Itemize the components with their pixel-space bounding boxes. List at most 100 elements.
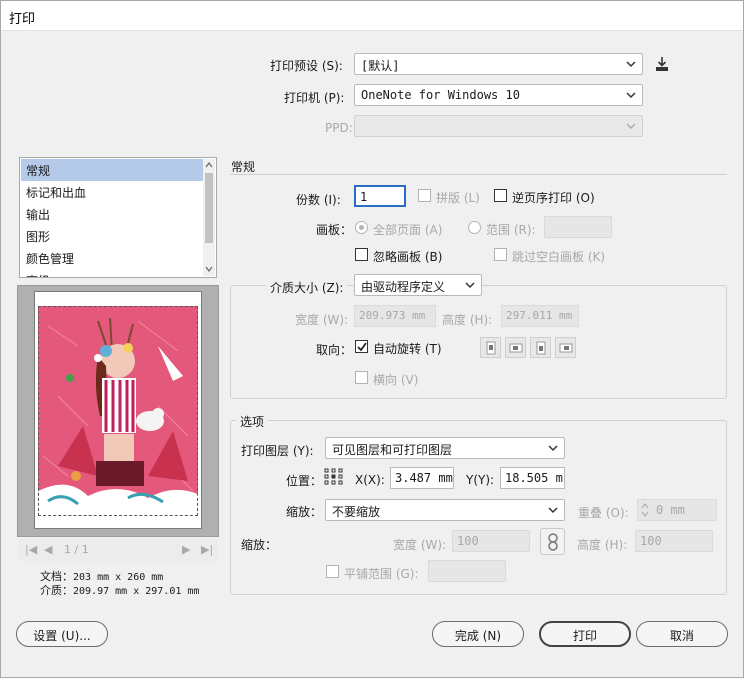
overlap-label: 重叠 (O):: [578, 506, 629, 520]
category-list[interactable]: 常规 标记和出血 输出 图形 颜色管理 高级: [19, 157, 217, 278]
section-divider: [230, 174, 727, 175]
landscape-label: 横向 (V): [373, 373, 419, 387]
reference-point-grid-icon[interactable]: [323, 468, 345, 486]
setup-button[interactable]: 设置 (U)...: [16, 621, 108, 647]
printer-label: 打印机 (P):: [284, 91, 345, 105]
chevron-down-icon: [626, 123, 636, 130]
title-bar: 打印: [0, 0, 744, 31]
copies-label: 份数 (I):: [296, 193, 341, 207]
list-item-general[interactable]: 常规: [21, 159, 203, 181]
layers-label: 打印图层 (Y):: [241, 444, 314, 458]
media-size: 209.97 mm x 297.01 mm: [73, 586, 200, 597]
preset-value: [默认]: [361, 59, 400, 73]
layers-select[interactable]: 可见图层和可打印图层: [325, 437, 565, 459]
check-icon: [357, 342, 367, 352]
ignore-artboard-checkbox[interactable]: [355, 248, 368, 261]
list-item-marks-bleed[interactable]: 标记和出血: [21, 181, 203, 203]
list-item-advanced-label: 高级: [26, 274, 50, 277]
width-label: 宽度 (W):: [295, 313, 349, 327]
chevron-down-icon: [548, 507, 558, 514]
scale-width-input: 100: [452, 530, 530, 552]
scale-label: 缩放：: [286, 505, 323, 519]
list-item-output[interactable]: 输出: [21, 203, 203, 225]
tile-checkbox: [326, 565, 339, 578]
first-page-icon[interactable]: |◀: [25, 543, 37, 556]
scale-width-label: 宽度 (W):: [393, 538, 447, 552]
printer-value: OneNote for Windows 10: [361, 88, 520, 102]
portrait-flipped-icon[interactable]: [530, 337, 551, 358]
printer-select[interactable]: OneNote for Windows 10: [354, 84, 643, 106]
ppd-label: PPD:: [325, 121, 353, 135]
list-item-graphics[interactable]: 图形: [21, 225, 203, 247]
x-input[interactable]: 3.487 mm: [390, 467, 454, 489]
scale-select[interactable]: 不要缩放: [325, 499, 565, 521]
chevron-up-icon[interactable]: [205, 161, 213, 169]
chevron-down-icon: [465, 282, 475, 289]
done-button[interactable]: 完成 (N): [432, 621, 524, 647]
list-item-color-management[interactable]: 颜色管理: [21, 247, 203, 269]
ppd-select: [354, 115, 643, 137]
range-label: 范围 (R):: [486, 223, 536, 237]
position-label: 位置：: [286, 474, 323, 488]
last-page-icon[interactable]: ▶|: [201, 543, 213, 556]
tile-label: 平铺范围 (G):: [344, 567, 419, 581]
y-input[interactable]: 18.505 m: [500, 467, 565, 489]
all-pages-radio: [355, 221, 368, 234]
media-size-select[interactable]: 由驱动程序定义: [354, 274, 482, 296]
preset-label: 打印预设 (S):: [270, 59, 343, 73]
auto-rotate-checkbox[interactable]: [355, 340, 368, 353]
media-size-group: [230, 285, 727, 399]
collate-checkbox: [418, 189, 431, 202]
media-label: 介质：: [40, 584, 73, 597]
scale-height-input: 100: [635, 530, 713, 552]
options-section-title: 选项: [236, 413, 269, 430]
all-pages-label: 全部页面 (A): [373, 223, 443, 237]
y-label: Y(Y):: [466, 473, 495, 487]
list-item-advanced[interactable]: 高级: [21, 269, 203, 277]
scale-height-label: 高度 (H):: [577, 538, 628, 552]
height-input: 297.011 mm: [501, 305, 579, 327]
overlap-stepper-icon: [640, 501, 650, 519]
download-icon[interactable]: [654, 56, 670, 72]
chevron-down-icon: [626, 92, 636, 99]
copies-input[interactable]: 1: [354, 185, 406, 207]
layers-value: 可见图层和可打印图层: [332, 443, 453, 457]
range-radio: [468, 221, 481, 234]
scrollbar-thumb[interactable]: [205, 173, 213, 243]
page-indicator: 1 / 1: [64, 543, 89, 556]
scale2-label: 缩放：: [241, 538, 278, 552]
skip-blank-label: 跳过空白画板 (K): [512, 250, 606, 264]
landscape-icon[interactable]: [505, 337, 526, 358]
overlap-value: 0 mm: [656, 503, 685, 517]
cancel-button[interactable]: 取消: [636, 621, 728, 647]
print-button[interactable]: 打印: [539, 621, 631, 647]
landscape-flipped-icon[interactable]: [555, 337, 576, 358]
auto-rotate-label: 自动旋转 (T): [373, 342, 442, 356]
landscape-checkbox: [355, 371, 368, 384]
chevron-down-icon: [626, 61, 636, 68]
next-page-icon[interactable]: ▶: [182, 543, 190, 556]
window-title: 打印: [9, 12, 36, 27]
media-size-row: 介质：209.97 mm x 297.01 mm: [40, 582, 199, 598]
ignore-artboard-label: 忽略画板 (B): [373, 250, 443, 264]
width-input: 209.973 mm: [354, 305, 436, 327]
page-navigation: |◀ ◀ 1 / 1 ▶ ▶|: [19, 539, 217, 561]
list-scrollbar[interactable]: [203, 159, 215, 276]
portrait-icon[interactable]: [480, 337, 501, 358]
artboard-label: 画板：: [316, 223, 353, 237]
x-label: X(X):: [355, 473, 385, 487]
skip-blank-checkbox: [494, 248, 507, 261]
preset-select[interactable]: [默认]: [354, 53, 643, 75]
prev-page-icon[interactable]: ◀: [44, 543, 52, 556]
collate-label: 拼版 (L): [436, 191, 480, 205]
media-size-value: 由驱动程序定义: [361, 280, 446, 294]
height-label: 高度 (H):: [442, 313, 493, 327]
chevron-down-icon[interactable]: [205, 265, 213, 273]
artwork-preview[interactable]: [38, 306, 198, 516]
scale-value: 不要缩放: [332, 505, 381, 519]
chevron-down-icon: [548, 445, 558, 452]
reverse-order-label: 逆页序打印 (O): [512, 191, 595, 205]
tile-input: [428, 560, 506, 582]
reverse-order-checkbox[interactable]: [494, 189, 507, 202]
range-input: [544, 216, 612, 238]
